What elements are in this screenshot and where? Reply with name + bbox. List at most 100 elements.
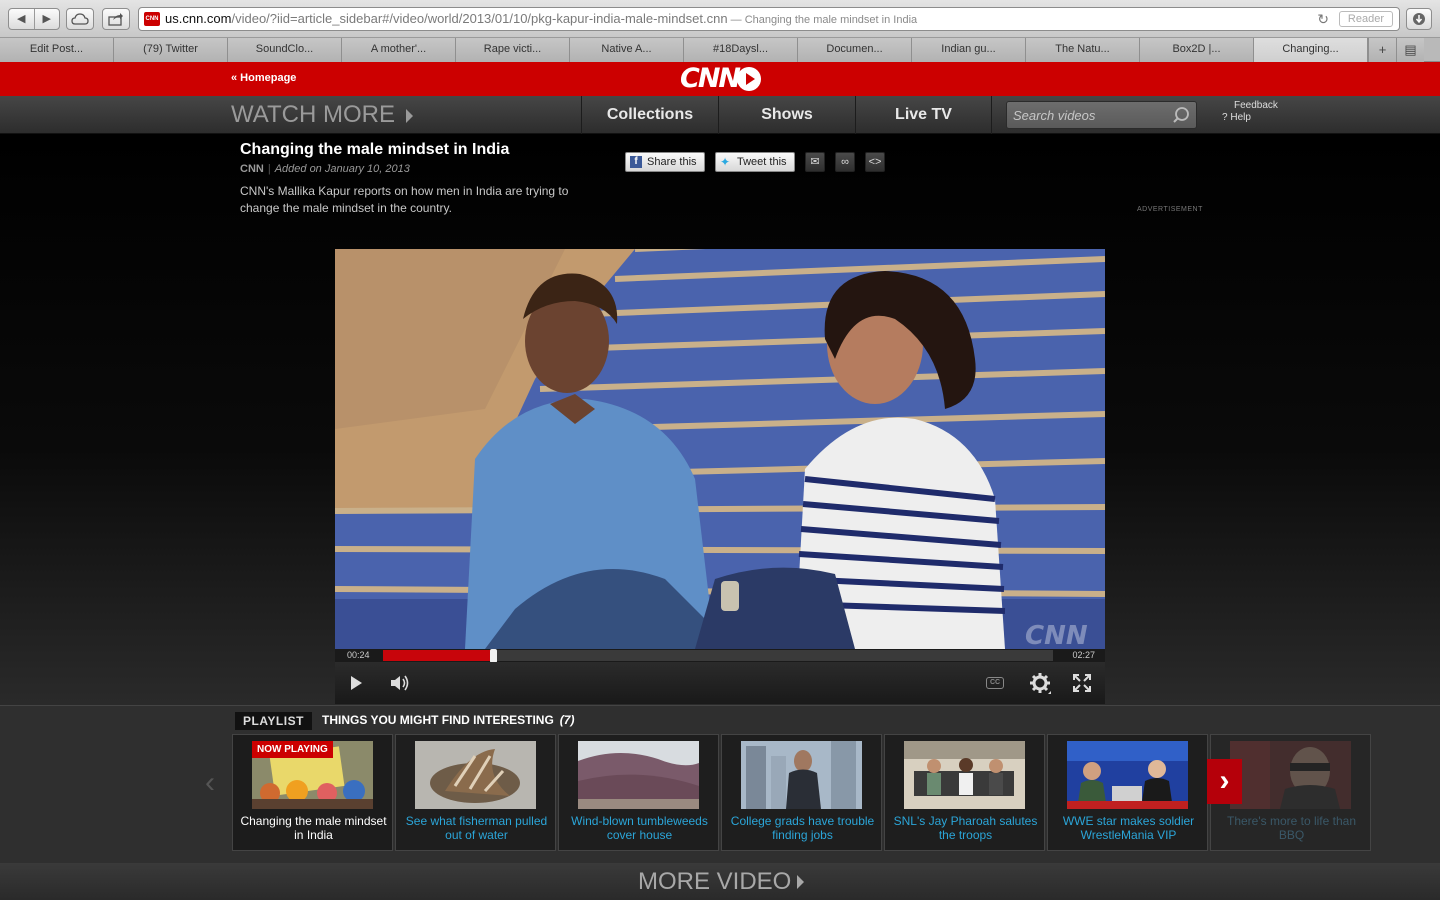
link-icon: ∞: [841, 156, 849, 168]
icloud-tabs-button[interactable]: [66, 8, 94, 30]
chevron-right-icon[interactable]: ›: [1207, 759, 1242, 804]
browser-tab[interactable]: Rape victi...: [456, 38, 570, 62]
playlist-caption: SNL's Jay Pharoah salutes the troops: [893, 814, 1038, 842]
video-stage: Changing the male mindset in India CNN | A…: [0, 134, 1440, 705]
playlist-caption: See what fisherman pulled out of water: [405, 814, 548, 842]
reader-button[interactable]: Reader: [1338, 11, 1393, 27]
progress-fill: [383, 650, 493, 661]
now-playing-badge: NOW PLAYING: [252, 741, 333, 758]
playlist-card[interactable]: SNL's Jay Pharoah salutes the troops: [884, 734, 1045, 851]
cnn-favicon-icon: CNN: [144, 12, 160, 26]
new-tab-button[interactable]: +: [1368, 38, 1396, 62]
address-bar[interactable]: CNN us.cnn.com/video/?iid=article_sideba…: [138, 7, 1400, 31]
video-frame[interactable]: CNN: [335, 249, 1105, 649]
search-input[interactable]: [1013, 105, 1173, 125]
video-nav-bar: WATCH MORE Collections Shows Live TV Fee…: [0, 96, 1440, 134]
video-title: Changing the male mindset in India: [240, 141, 510, 158]
homepage-link[interactable]: « Homepage: [231, 72, 296, 84]
browser-tab[interactable]: Edit Post...: [0, 38, 114, 62]
url-page-title: — Changing the male mindset in India: [727, 14, 918, 26]
nav-live-tv[interactable]: Live TV: [855, 96, 992, 134]
chevron-right-icon: [797, 875, 804, 889]
playlist-card[interactable]: College grads have trouble finding jobs: [721, 734, 882, 851]
browser-tab[interactable]: Indian gu...: [912, 38, 1026, 62]
tab-list-icon[interactable]: ▤: [1396, 38, 1424, 62]
playlist-caption: Wind-blown tumbleweeds cover house: [571, 814, 708, 842]
embed-button[interactable]: <>: [865, 152, 885, 172]
video-thumbnail: [578, 741, 699, 809]
help-link[interactable]: ? Help: [1222, 112, 1251, 123]
video-thumbnail: [904, 741, 1025, 809]
browser-toolbar: ◀ ▶ CNN us.cnn.com/video/?iid=article_si…: [0, 0, 1440, 38]
browser-tab-active[interactable]: Changing...: [1254, 38, 1368, 62]
advertisement-label: ADVERTISEMENT: [1137, 206, 1203, 213]
browser-tab[interactable]: A mother'...: [342, 38, 456, 62]
chevron-right-icon: [406, 109, 413, 123]
search-box: [1006, 101, 1197, 129]
progress-bar[interactable]: 00:24 02:27: [335, 649, 1105, 663]
cnn-logo[interactable]: CNN: [680, 64, 762, 94]
video-thumbnail: [1067, 741, 1188, 809]
email-button[interactable]: ✉: [805, 152, 825, 172]
link-button[interactable]: ∞: [835, 152, 855, 172]
browser-tab[interactable]: The Natu...: [1026, 38, 1140, 62]
playlist-card[interactable]: See what fisherman pulled out of water: [395, 734, 556, 851]
facebook-icon: f: [630, 156, 642, 168]
forward-arrow-icon[interactable]: ▶: [33, 9, 60, 29]
share-button[interactable]: [102, 8, 130, 30]
email-icon: ✉: [810, 156, 820, 168]
twitter-share-button[interactable]: ✦ Tweet this: [715, 152, 795, 172]
facebook-share-button[interactable]: f Share this: [625, 152, 705, 172]
share-arrow-icon: [108, 13, 123, 26]
scrub-handle[interactable]: [489, 649, 497, 663]
help-label: Help: [1230, 112, 1251, 123]
browser-tab[interactable]: Native A...: [570, 38, 684, 62]
volume-icon[interactable]: [389, 673, 411, 693]
feedback-link[interactable]: Feedback: [1234, 100, 1278, 111]
twitter-bird-icon: ✦: [720, 155, 731, 169]
facebook-share-label: Share this: [647, 156, 697, 168]
play-icon[interactable]: [351, 676, 362, 690]
video-thumbnail: [741, 741, 862, 809]
nav-collections[interactable]: Collections: [581, 96, 718, 134]
downloads-button[interactable]: [1406, 8, 1432, 30]
browser-tab[interactable]: Box2D |...: [1140, 38, 1254, 62]
video-description: CNN's Mallika Kapur reports on how men i…: [240, 184, 569, 215]
player-controls: CC: [335, 662, 1105, 704]
playlist-count: (7): [559, 713, 575, 727]
reload-icon[interactable]: ↻: [1317, 8, 1329, 30]
nav-shows[interactable]: Shows: [718, 96, 855, 134]
video-still-image: CNN: [335, 249, 1105, 649]
download-icon: [1413, 13, 1425, 25]
search-icon[interactable]: [1172, 106, 1190, 124]
chevron-left-icon[interactable]: ‹: [205, 766, 215, 800]
browser-tab[interactable]: (79) Twitter: [114, 38, 228, 62]
more-video-heading[interactable]: MORE VIDEO: [638, 868, 791, 896]
back-arrow-icon[interactable]: ◀: [9, 9, 34, 29]
browser-tab[interactable]: Documen...: [798, 38, 912, 62]
watch-more-heading[interactable]: WATCH MORE: [231, 101, 395, 129]
playlist-tag: PLAYLIST: [235, 712, 312, 730]
playlist-caption: Changing the male mindset in India: [240, 814, 387, 842]
video-thumbnail: [415, 741, 536, 809]
browser-tab[interactable]: #18Daysl...: [684, 38, 798, 62]
playlist-card[interactable]: WWE star makes soldier WrestleMania VIP: [1047, 734, 1208, 851]
playlist-card-now-playing[interactable]: NOW PLAYING Changing the male mindset in…: [232, 734, 393, 851]
playlist-caption: College grads have trouble finding jobs: [730, 814, 875, 842]
video-player[interactable]: CNN 00:24 02:27 CC: [335, 249, 1105, 704]
progress-track[interactable]: [383, 649, 1053, 663]
gear-icon[interactable]: [1029, 672, 1051, 694]
closed-captions-icon[interactable]: CC: [986, 677, 1004, 689]
embed-code-icon: <>: [868, 156, 882, 168]
browser-tab[interactable]: SoundClo...: [228, 38, 342, 62]
cloud-icon: [71, 13, 89, 25]
playlist-caption: WWE star makes soldier WrestleMania VIP: [1062, 814, 1195, 842]
total-time: 02:27: [1072, 650, 1095, 660]
cnn-logo-text: CNN: [680, 63, 741, 94]
cnn-watermark: CNN: [1025, 621, 1088, 649]
url-text: us.cnn.com/video/?iid=article_sidebar#/v…: [165, 8, 918, 30]
current-time: 00:24: [347, 650, 370, 660]
playlist-card[interactable]: Wind-blown tumbleweeds cover house: [558, 734, 719, 851]
fullscreen-icon[interactable]: [1072, 673, 1092, 693]
playlist-heading: THINGS YOU MIGHT FIND INTERESTING (7): [322, 713, 574, 727]
